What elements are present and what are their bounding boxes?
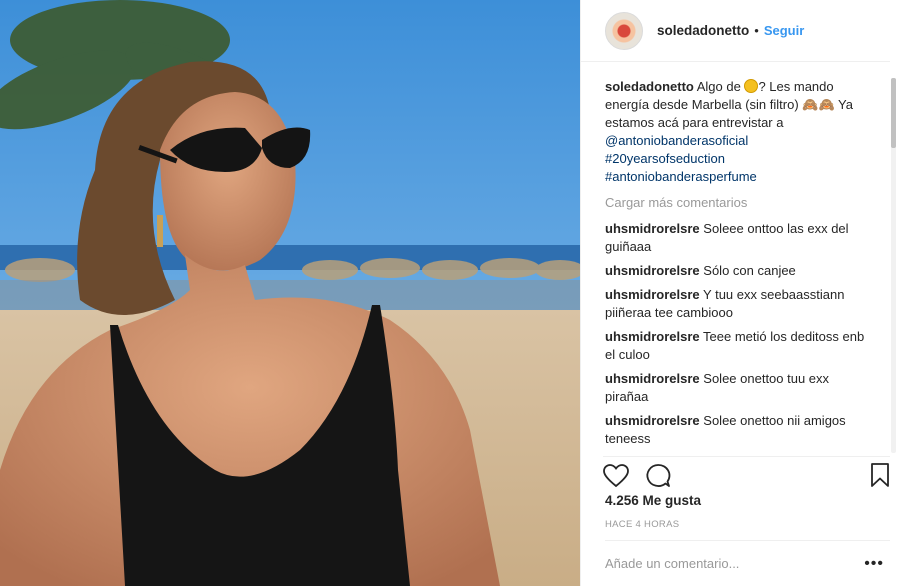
photo-image bbox=[0, 0, 580, 586]
comment-text: Sólo con canjee bbox=[703, 263, 796, 278]
avatar[interactable] bbox=[605, 11, 643, 50]
see-no-evil-monkey-emoji: 🙈🙈 bbox=[802, 97, 835, 112]
load-more-comments[interactable]: Cargar más comentarios bbox=[605, 194, 876, 212]
comments-list[interactable]: soledadonetto Algo de ? Les mando energí… bbox=[605, 78, 876, 453]
comment-item: uhsmidrorelsre Solee onettoo tuu exx pir… bbox=[605, 370, 876, 406]
post-header: soledadonetto • Seguir bbox=[581, 0, 890, 62]
caption-text-1: Algo de bbox=[696, 79, 745, 94]
likes-count[interactable]: 4.256 Me gusta bbox=[605, 493, 701, 508]
comment-item: uhsmidrorelsre Soleee onttoo las exx del… bbox=[605, 220, 876, 256]
comment-username[interactable]: uhsmidrorelsre bbox=[605, 221, 700, 236]
comment-username[interactable]: uhsmidrorelsre bbox=[605, 287, 700, 302]
bookmark-icon[interactable] bbox=[870, 463, 890, 487]
comments-scrollbar[interactable] bbox=[891, 78, 896, 453]
post-actions-bar bbox=[603, 456, 890, 490]
post-photo[interactable] bbox=[0, 0, 580, 586]
heart-icon[interactable] bbox=[603, 463, 629, 488]
comment-item: uhsmidrorelsre Teee metió los deditoss e… bbox=[605, 328, 876, 364]
comment-username[interactable]: uhsmidrorelsre bbox=[605, 371, 700, 386]
hashtag-link[interactable]: #20yearsofseduction bbox=[605, 150, 876, 168]
more-options-icon[interactable]: ••• bbox=[864, 555, 884, 573]
comment-username[interactable]: uhsmidrorelsre bbox=[605, 329, 700, 344]
comment-username[interactable]: uhsmidrorelsre bbox=[605, 413, 700, 428]
follow-button[interactable]: Seguir bbox=[764, 23, 804, 38]
sun-emoji bbox=[744, 79, 759, 93]
instagram-post-view: soledadonetto • Seguir soledadonetto Alg… bbox=[0, 0, 898, 586]
add-comment-bar: ••• bbox=[605, 540, 890, 586]
comment-item: uhsmidrorelsre Sólo con canjee bbox=[605, 262, 876, 280]
post-timestamp[interactable]: HACE 4 HORAS bbox=[605, 519, 679, 530]
comment-item: uhsmidrorelsre Solee onettoo nii amigos … bbox=[605, 412, 876, 448]
comment-bubble-icon[interactable] bbox=[645, 463, 671, 489]
hashtag-link[interactable]: #antoniobanderasperfume bbox=[605, 168, 876, 186]
comment-item: uhsmidrorelsre Y tuu exx seebaasstiann p… bbox=[605, 286, 876, 322]
comment-username[interactable]: uhsmidrorelsre bbox=[605, 263, 700, 278]
post-caption: soledadonetto Algo de ? Les mando energí… bbox=[605, 78, 876, 186]
header-username[interactable]: soledadonetto bbox=[657, 23, 749, 38]
post-side-panel: soledadonetto • Seguir soledadonetto Alg… bbox=[580, 0, 898, 586]
caption-username[interactable]: soledadonetto bbox=[605, 79, 694, 94]
comment-input[interactable] bbox=[605, 556, 825, 571]
mention-link[interactable]: @antoniobanderasoficial bbox=[605, 132, 876, 150]
separator-dot: • bbox=[754, 23, 759, 38]
